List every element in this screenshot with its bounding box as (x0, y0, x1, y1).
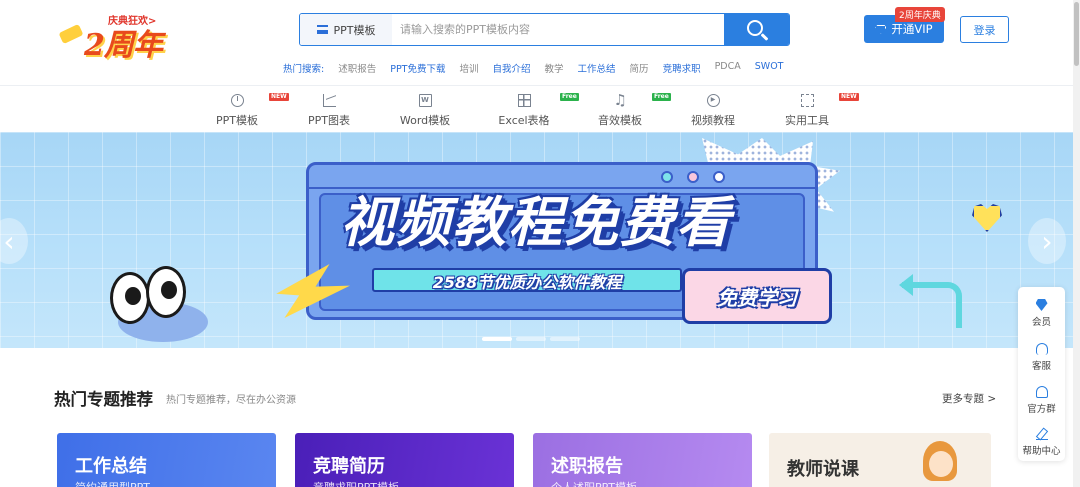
free-badge: Free (652, 93, 671, 101)
hot-keyword[interactable]: SWOT (755, 61, 784, 75)
nav-item-label: Word模板 (399, 114, 451, 127)
nav-item-ppt-charts[interactable]: PPT图表 (289, 90, 369, 130)
topic-card-work-summary[interactable]: 工作总结 简约通用型PPT (57, 433, 276, 487)
word-doc-icon: W (418, 93, 432, 107)
chevron-right-icon: › (1041, 224, 1053, 258)
nav-item-audio-templates[interactable]: ♫ 音效模板 Free (580, 90, 671, 130)
nav-item-label: 实用工具 (785, 114, 829, 127)
topic-card-subtitle: 个人述职PPT模板 (551, 479, 637, 487)
search-category-select[interactable]: PPT模板 (300, 14, 392, 45)
topic-card-teacher[interactable]: 教师说课 (769, 433, 991, 487)
nav-item-label: 视频教程 (691, 114, 735, 127)
clock-icon (230, 93, 244, 107)
toolbar-item-label: 客服 (1031, 361, 1051, 372)
music-note-icon: ♫ (613, 90, 627, 109)
headset-icon (1035, 343, 1048, 355)
hot-keyword[interactable]: 工作总结 (578, 61, 616, 75)
chevron-left-icon: ‹ (3, 224, 15, 258)
nav-item-tools[interactable]: 实用工具 NEW (767, 90, 859, 130)
topic-card-subtitle: 简约通用型PPT (75, 479, 150, 487)
topic-card-title: 工作总结 (75, 456, 147, 477)
menu-icon (316, 25, 328, 34)
page-scrollbar[interactable] (1073, 0, 1080, 487)
anniversary-badge: 2周年庆典 (895, 7, 945, 22)
hot-searches-label: 热门搜索: (283, 64, 325, 75)
section-title: 热门专题推荐 (54, 390, 153, 409)
nav-item-label: 音效模板 (598, 114, 642, 127)
hot-searches: 热门搜索: 述职报告 PPT免费下载 培训 自我介绍 教学 工作总结 简历 竞聘… (283, 61, 783, 75)
open-vip-label: 开通VIP (891, 22, 933, 36)
topic-card-title: 教师说课 (787, 459, 859, 480)
banner-subtitle: 2588节优质办公软件教程 (432, 273, 622, 292)
new-badge: NEW (269, 93, 289, 101)
nav-item-label: PPT图表 (308, 114, 350, 127)
scrollbar-thumb[interactable] (1074, 2, 1079, 66)
search-category-label: PPT模板 (333, 23, 376, 37)
logo-wordmark: 2周年 (84, 28, 163, 63)
search-input[interactable] (400, 14, 720, 45)
hot-keyword[interactable]: PDCA (715, 61, 741, 75)
hot-keyword[interactable]: 教学 (545, 61, 564, 75)
face-shape (929, 451, 953, 477)
carousel-next-button[interactable]: › (1028, 218, 1066, 264)
floating-toolbar: 会员 客服 官方群 帮助中心 (1018, 287, 1065, 461)
hero-banner[interactable]: 视频教程免费看 2588节优质办公软件教程 免费学习 ‹ › (0, 132, 1073, 348)
diamond-icon (1035, 299, 1048, 311)
toolbar-item-membership[interactable]: 会员 (1018, 289, 1065, 331)
category-nav: PPT模板 NEW PPT图表 W Word模板 Excel表格 Free ♫ … (0, 86, 1073, 132)
nav-item-label: Excel表格 (498, 114, 550, 127)
nav-item-word-templates[interactable]: W Word模板 (385, 90, 465, 130)
nav-item-ppt-templates[interactable]: PPT模板 NEW (197, 90, 289, 130)
toolbar-item-help[interactable]: 帮助中心 (1018, 418, 1065, 460)
new-badge: NEW (839, 93, 859, 101)
eye-icon (146, 266, 186, 318)
site-logo[interactable]: 庆典狂欢> 2周年 (56, 10, 168, 63)
return-arrow-icon (899, 274, 962, 328)
toolbar-item-official-group[interactable]: 官方群 (1018, 376, 1065, 418)
login-button[interactable]: 登录 (960, 16, 1009, 43)
toolbar-item-label: 帮助中心 (1022, 446, 1061, 457)
free-badge: Free (560, 93, 579, 101)
logo-decoration-icon (58, 23, 84, 45)
free-learning-tag[interactable]: 免费学习 (682, 268, 832, 324)
eye-icon (110, 272, 150, 324)
bell-icon (1035, 386, 1048, 398)
edit-icon (1035, 428, 1048, 440)
hot-keyword[interactable]: 培训 (459, 61, 478, 75)
carousel-dot[interactable] (482, 337, 512, 341)
topic-card-title: 述职报告 (551, 456, 623, 477)
toolbar-item-support[interactable]: 客服 (1018, 333, 1065, 375)
carousel-dot[interactable] (550, 337, 580, 341)
hot-keyword[interactable]: PPT免费下载 (390, 61, 445, 75)
search-button[interactable] (724, 14, 789, 45)
more-topics-link[interactable]: 更多专题 > (942, 391, 996, 406)
search-icon (747, 20, 763, 36)
nav-item-label: PPT模板 (216, 114, 258, 127)
line-chart-icon (322, 93, 336, 107)
toolbar-item-label: 官方群 (1027, 404, 1056, 415)
topic-card-title: 竞聘简历 (313, 456, 385, 477)
topic-card-report[interactable]: 述职报告 个人述职PPT模板 (533, 433, 752, 487)
hot-keyword[interactable]: 自我介绍 (493, 61, 531, 75)
tool-icon (800, 93, 814, 107)
section-subtitle: 热门专题推荐，尽在办公资源 (166, 395, 296, 406)
table-icon (517, 93, 531, 107)
carousel-indicators (482, 337, 580, 341)
carousel-dot[interactable] (516, 337, 546, 341)
hot-keyword[interactable]: 竞聘求职 (663, 61, 701, 75)
hot-keyword[interactable]: 简历 (630, 61, 649, 75)
nav-item-excel-sheets[interactable]: Excel表格 Free (484, 90, 579, 130)
teacher-illustration (919, 441, 963, 487)
diamond-icon (875, 24, 887, 34)
toolbar-item-label: 会员 (1031, 317, 1051, 328)
topic-card-subtitle: 竞聘求职PPT模板 (313, 479, 399, 487)
hot-keyword[interactable]: 述职报告 (338, 61, 376, 75)
play-circle-icon: ▶ (706, 93, 720, 107)
nav-item-video-tutorials[interactable]: ▶ 视频教程 (673, 90, 753, 130)
search-bar: PPT模板 (299, 13, 790, 46)
site-header: 庆典狂欢> 2周年 PPT模板 热门搜索: 述职报告 PPT免费下载 培训 自我… (0, 0, 1080, 86)
topic-card-resume[interactable]: 竞聘简历 竞聘求职PPT模板 (295, 433, 514, 487)
banner-title: 视频教程免费看 (340, 191, 732, 254)
